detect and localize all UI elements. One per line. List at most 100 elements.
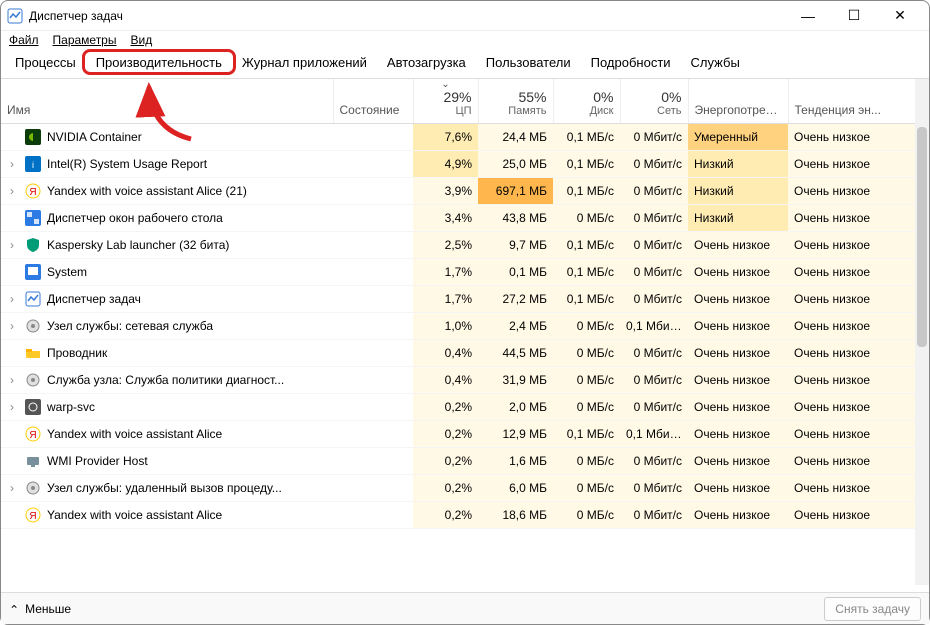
tab-processes[interactable]: Процессы <box>5 51 86 74</box>
col-power-trend[interactable]: Тенденция эн... <box>788 79 929 123</box>
table-row[interactable]: NVIDIA Container7,6%24,4 МБ0,1 МБ/с0 Мби… <box>1 123 929 151</box>
status-cell <box>333 475 413 502</box>
expand-icon[interactable]: › <box>5 400 19 414</box>
expand-icon[interactable]: › <box>5 157 19 171</box>
scrollbar-thumb[interactable] <box>917 127 927 347</box>
col-network[interactable]: 0% Сеть <box>620 79 688 123</box>
cpu-cell: 0,2% <box>413 394 478 421</box>
col-status[interactable]: Состояние <box>333 79 413 123</box>
mem-cell: 697,1 МБ <box>478 178 553 205</box>
table-row[interactable]: ›Kaspersky Lab launcher (32 бита)2,5%9,7… <box>1 232 929 259</box>
power-cell: Умеренный <box>688 123 788 151</box>
process-name: Узел службы: сетевая служба <box>47 319 213 333</box>
mem-cell: 44,5 МБ <box>478 340 553 367</box>
process-icon: Я <box>25 183 41 199</box>
tab-bar: Процессы Производительность Журнал прило… <box>1 51 929 74</box>
tab-users[interactable]: Пользователи <box>476 51 581 74</box>
tab-services[interactable]: Службы <box>681 51 750 74</box>
power-cell: Низкий <box>688 205 788 232</box>
fewer-details-link[interactable]: Меньше <box>25 602 71 616</box>
table-row[interactable]: WMI Provider Host0,2%1,6 МБ0 МБ/с0 Мбит/… <box>1 448 929 475</box>
disk-cell: 0 МБ/с <box>553 394 620 421</box>
net-cell: 0 Мбит/с <box>620 151 688 178</box>
status-cell <box>333 178 413 205</box>
disk-cell: 0,1 МБ/с <box>553 421 620 448</box>
tab-details[interactable]: Подробности <box>581 51 681 74</box>
expand-icon[interactable]: › <box>5 481 19 495</box>
table-row[interactable]: ЯYandex with voice assistant Alice0,2%18… <box>1 502 929 529</box>
status-cell <box>333 340 413 367</box>
process-name: warp-svc <box>47 400 95 414</box>
power-cell: Очень низкое <box>688 313 788 340</box>
expand-icon[interactable]: › <box>5 319 19 333</box>
disk-cell: 0 МБ/с <box>553 367 620 394</box>
trend-cell: Очень низкое <box>788 151 929 178</box>
process-name: Служба узла: Служба политики диагност... <box>47 373 284 387</box>
table-row[interactable]: › Служба узла: Служба политики диагност..… <box>1 367 929 394</box>
svg-text:Я: Я <box>29 511 36 522</box>
net-cell: 0 Мбит/с <box>620 394 688 421</box>
expand-icon[interactable]: › <box>5 373 19 387</box>
cpu-cell: 4,9% <box>413 151 478 178</box>
cpu-cell: 3,9% <box>413 178 478 205</box>
tab-app-history[interactable]: Журнал приложений <box>232 51 377 74</box>
process-name: Yandex with voice assistant Alice (21) <box>47 184 247 198</box>
net-cell: 0 Мбит/с <box>620 475 688 502</box>
process-icon: Я <box>25 507 41 523</box>
table-row[interactable]: ЯYandex with voice assistant Alice0,2%12… <box>1 421 929 448</box>
table-row[interactable]: ›iIntel(R) System Usage Report4,9%25,0 М… <box>1 151 929 178</box>
table-row[interactable]: ›Диспетчер задач1,7%27,2 МБ0,1 МБ/с0 Мби… <box>1 286 929 313</box>
net-cell: 0 Мбит/с <box>620 286 688 313</box>
trend-cell: Очень низкое <box>788 421 929 448</box>
tab-performance[interactable]: Производительность <box>86 51 232 74</box>
menubar: Файл Параметры Вид <box>1 31 929 51</box>
tab-startup[interactable]: Автозагрузка <box>377 51 476 74</box>
vertical-scrollbar[interactable] <box>915 79 929 585</box>
col-memory[interactable]: 55% Память <box>478 79 553 123</box>
table-row[interactable]: › Я Yandex with voice assistant Alice (21)… <box>1 178 929 205</box>
process-icon <box>25 129 41 145</box>
end-task-button[interactable]: Снять задачу <box>824 597 921 621</box>
maximize-button[interactable]: ☐ <box>831 1 877 31</box>
close-button[interactable]: ✕ <box>877 1 923 31</box>
window-title: Диспетчер задач <box>29 9 785 23</box>
menu-view[interactable]: Вид <box>130 33 152 47</box>
cpu-cell: 0,2% <box>413 502 478 529</box>
col-power[interactable]: Энергопотреб... <box>688 79 788 123</box>
expand-icon[interactable]: › <box>5 292 19 306</box>
power-cell: Очень низкое <box>688 394 788 421</box>
disk-cell: 0 МБ/с <box>553 340 620 367</box>
col-name[interactable]: Имя <box>1 79 333 123</box>
col-cpu[interactable]: ⌄ 29% ЦП <box>413 79 478 123</box>
expand-icon[interactable]: › <box>5 184 19 198</box>
cpu-cell: 1,0% <box>413 313 478 340</box>
expand-icon[interactable]: › <box>5 238 19 252</box>
mem-cell: 2,4 МБ <box>478 313 553 340</box>
mem-cell: 18,6 МБ <box>478 502 553 529</box>
power-cell: Очень низкое <box>688 367 788 394</box>
col-disk[interactable]: 0% Диск <box>553 79 620 123</box>
disk-cell: 0,1 МБ/с <box>553 259 620 286</box>
process-name: System <box>47 265 87 279</box>
status-cell <box>333 286 413 313</box>
minimize-button[interactable]: — <box>785 1 831 31</box>
cpu-cell: 7,6% <box>413 123 478 151</box>
window-controls: — ☐ ✕ <box>785 1 923 31</box>
trend-cell: Очень низкое <box>788 448 929 475</box>
process-icon <box>25 318 41 334</box>
collapse-icon[interactable]: ⌄ <box>9 602 19 616</box>
net-cell: 0 Мбит/с <box>620 123 688 151</box>
table-row[interactable]: ›Узел службы: удаленный вызов процеду...… <box>1 475 929 502</box>
table-row[interactable]: ›warp-svc0,2%2,0 МБ0 МБ/с0 Мбит/сОчень н… <box>1 394 929 421</box>
menu-file[interactable]: Файл <box>9 33 39 47</box>
table-row[interactable]: ›Узел службы: сетевая служба1,0%2,4 МБ0 … <box>1 313 929 340</box>
menu-options[interactable]: Параметры <box>53 33 117 47</box>
table-row[interactable]: Диспетчер окон рабочего стола3,4%43,8 МБ… <box>1 205 929 232</box>
trend-cell: Очень низкое <box>788 259 929 286</box>
status-cell <box>333 205 413 232</box>
mem-cell: 6,0 МБ <box>478 475 553 502</box>
table-row[interactable]: Проводник0,4%44,5 МБ0 МБ/с0 Мбит/сОчень … <box>1 340 929 367</box>
table-row[interactable]: System1,7%0,1 МБ0,1 МБ/с0 Мбит/сОчень ни… <box>1 259 929 286</box>
cpu-cell: 0,2% <box>413 448 478 475</box>
power-cell: Очень низкое <box>688 286 788 313</box>
